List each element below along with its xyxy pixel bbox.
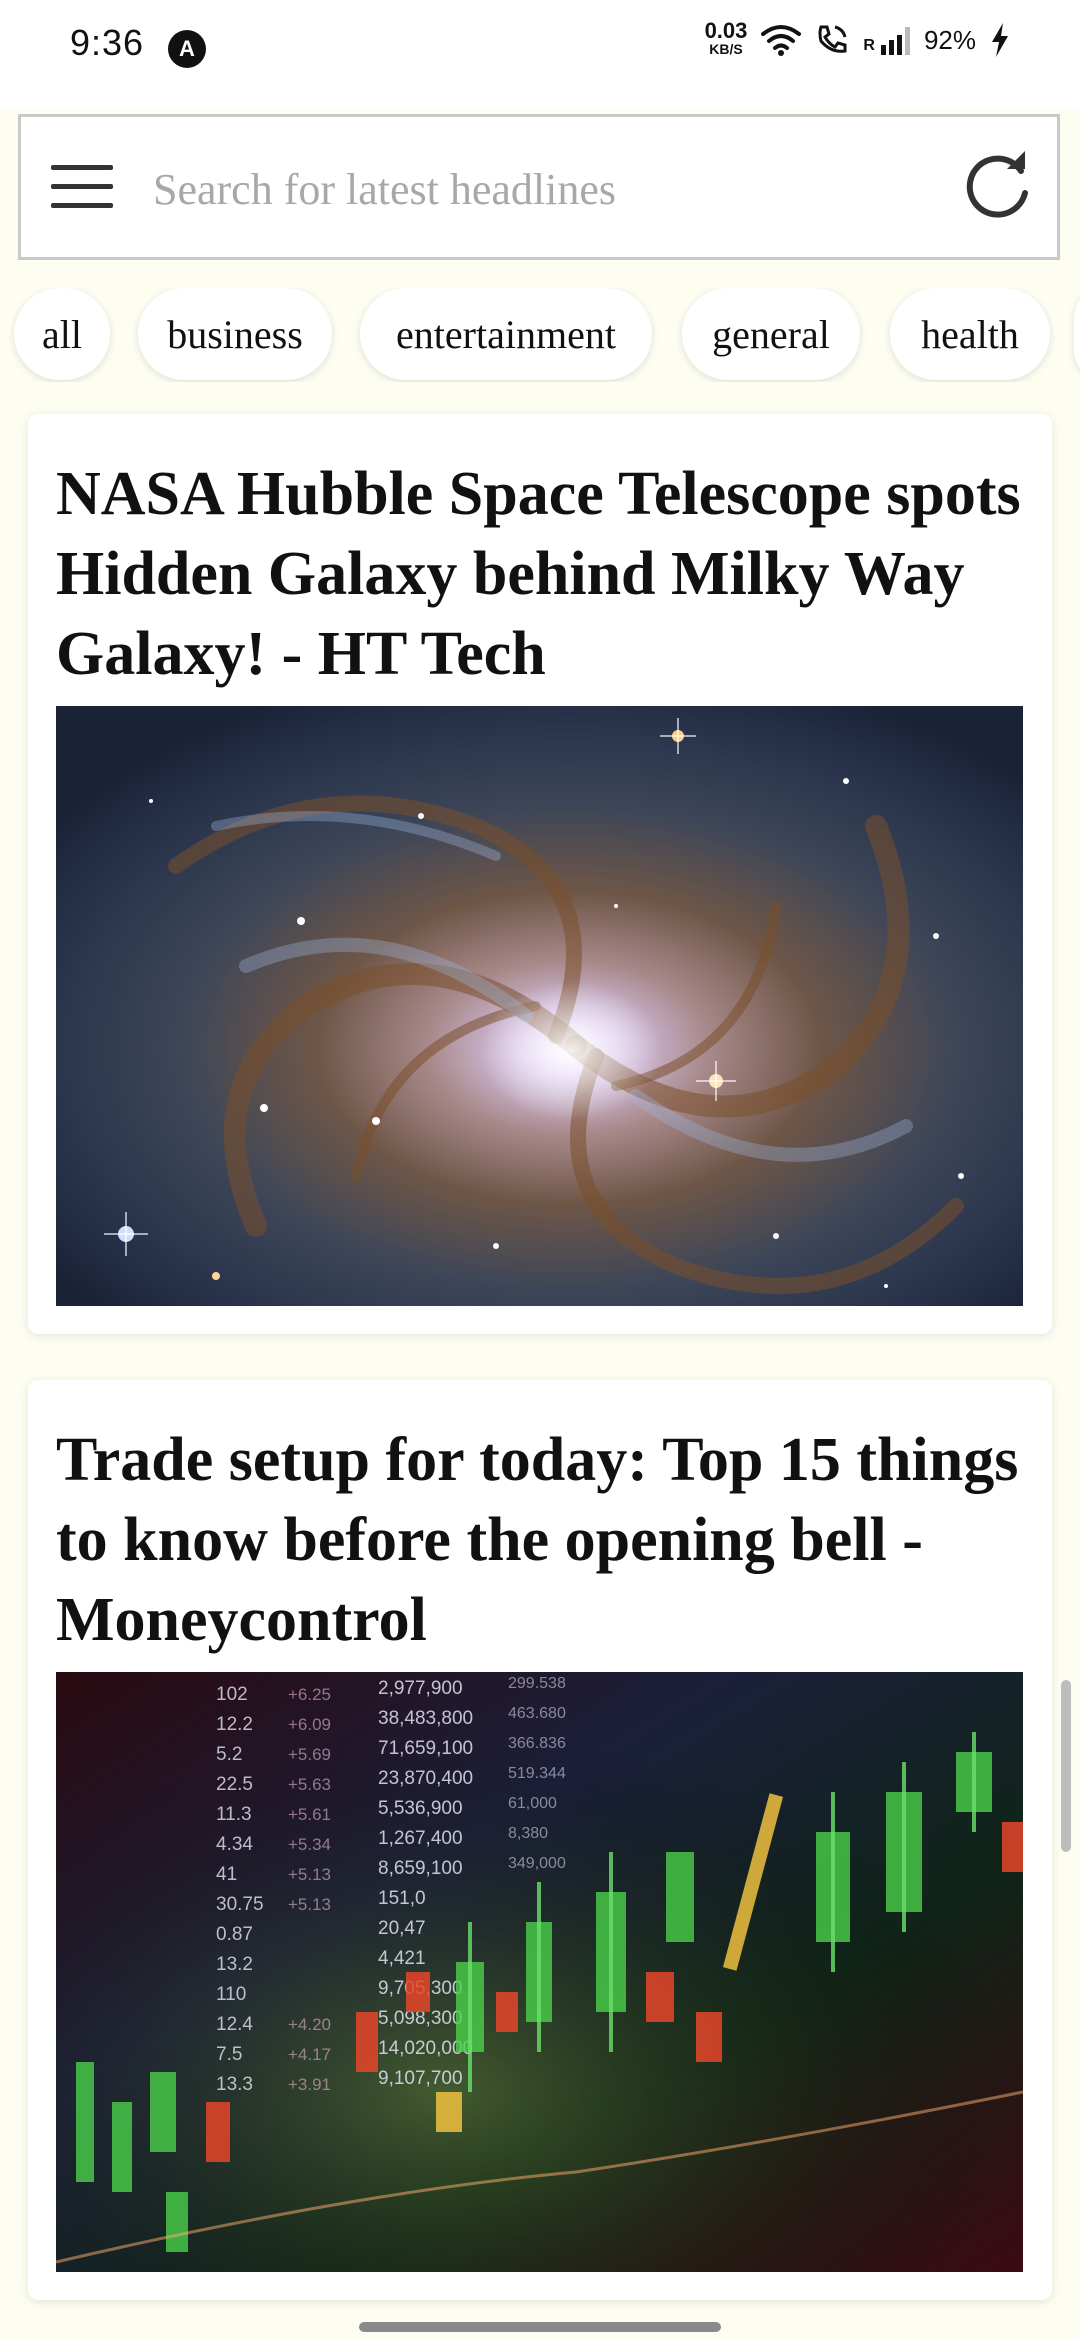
refresh-icon[interactable] [961,149,1035,223]
status-bar: 9:36 A 0.03 KB/S R 92% [0,0,1080,110]
category-chip-more[interactable] [1074,288,1080,380]
ticker-value: 7.5 [216,2044,242,2065]
galaxy-image [56,706,1023,1306]
wifi-calling-icon [818,25,847,53]
ticker-volume: 2,977,900 [378,1678,463,1699]
ticker-value: 12.2 [216,1714,253,1735]
ticker-volume: 4,421 [378,1948,426,1969]
news-thumbnail[interactable] [56,706,1023,1306]
ticker-volume: 71,659,100 [378,1738,473,1759]
ticker-value: 4.34 [216,1834,253,1855]
ticker-value: 5.2 [216,1744,242,1765]
ticker-value: 22.5 [216,1774,253,1795]
scrollbar-thumb[interactable] [1061,1680,1071,1852]
news-headline[interactable]: Trade setup for today: Top 15 things to … [56,1420,1026,1660]
stock-market-image: 102 12.2 5.2 22.5 11.3 4.34 41 30.75 0.8… [56,1672,1023,2272]
signal-roaming-label: R [863,37,875,54]
ticker-volume: 5,536,900 [378,1798,463,1819]
ticker-price: 349,000 [508,1855,566,1872]
ticker-change: +4.17 [288,2045,331,2064]
ticker-volume: 20,47 [378,1918,426,1939]
ticker-value: 0.87 [216,1924,253,1945]
ticker-value: 41 [216,1864,237,1885]
status-indicators: 0.03 KB/S R 92% [704,18,1010,58]
ticker-volume: 8,659,100 [378,1858,463,1879]
ticker-price: 519.344 [508,1765,566,1782]
ticker-volume: 23,870,400 [378,1768,473,1789]
category-chip-entertainment[interactable]: entertainment [360,288,652,380]
ticker-change: +4.20 [288,2015,331,2034]
news-card[interactable]: NASA Hubble Space Telescope spots Hidden… [28,414,1052,1334]
ticker-price: 299.538 [508,1675,566,1692]
ticker-volume: 151,0 [378,1888,426,1909]
battery-percentage: 92% [923,24,976,55]
category-chip-general[interactable]: general [682,288,860,380]
ticker-volume: 38,483,800 [378,1708,473,1729]
ticker-value: 11.3 [216,1804,252,1825]
ticker-change: +5.13 [288,1865,331,1884]
ticker-value: 102 [216,1684,248,1705]
ticker-change: +6.09 [288,1715,331,1734]
hamburger-menu-icon[interactable] [51,165,113,209]
search-input[interactable] [151,145,955,233]
wifi-icon [761,25,802,56]
ticker-change: +5.61 [288,1805,331,1824]
ticker-price: 463.680 [508,1705,566,1722]
ticker-volume: 1,267,400 [378,1828,463,1849]
category-chips: all business entertainment general healt… [0,288,1080,382]
category-chip-all[interactable]: all [14,288,110,380]
category-chip-health[interactable]: health [890,288,1050,380]
ticker-change: +3.91 [288,2075,331,2094]
ticker-change: +5.13 [288,1895,331,1914]
ticker-price: 61,000 [508,1795,557,1812]
news-thumbnail[interactable]: 102 12.2 5.2 22.5 11.3 4.34 41 30.75 0.8… [56,1672,1023,2272]
ticker-change: +5.34 [288,1835,331,1854]
network-speed-unit: KB/S [709,41,743,57]
ticker-change: +6.25 [288,1685,331,1704]
ticker-value: 110 [216,1984,246,2005]
app-notification-icon: A [168,30,206,68]
charging-bolt-icon [992,23,1008,57]
ticker-value: 13.2 [216,1954,253,1975]
ticker-change: +5.69 [288,1745,331,1764]
ticker-value: 30.75 [216,1894,264,1915]
ticker-price: 8,380 [508,1825,548,1842]
ticker-price: 366.836 [508,1735,566,1752]
status-time: 9:36 [70,22,145,63]
cellular-signal-icon: R [863,25,910,55]
search-bar [18,114,1060,260]
news-headline[interactable]: NASA Hubble Space Telescope spots Hidden… [56,454,1026,694]
home-indicator[interactable] [359,2322,721,2332]
ticker-value: 13.3 [216,2074,253,2095]
category-chip-business[interactable]: business [138,288,332,380]
ticker-volume: 9,107,700 [378,2068,463,2089]
news-card[interactable]: Trade setup for today: Top 15 things to … [28,1380,1052,2300]
network-speed-value: 0.03 [704,18,748,43]
network-speed: 0.03 KB/S [704,18,748,58]
ticker-change: +5.63 [288,1775,331,1794]
ticker-value: 12.4 [216,2014,253,2035]
